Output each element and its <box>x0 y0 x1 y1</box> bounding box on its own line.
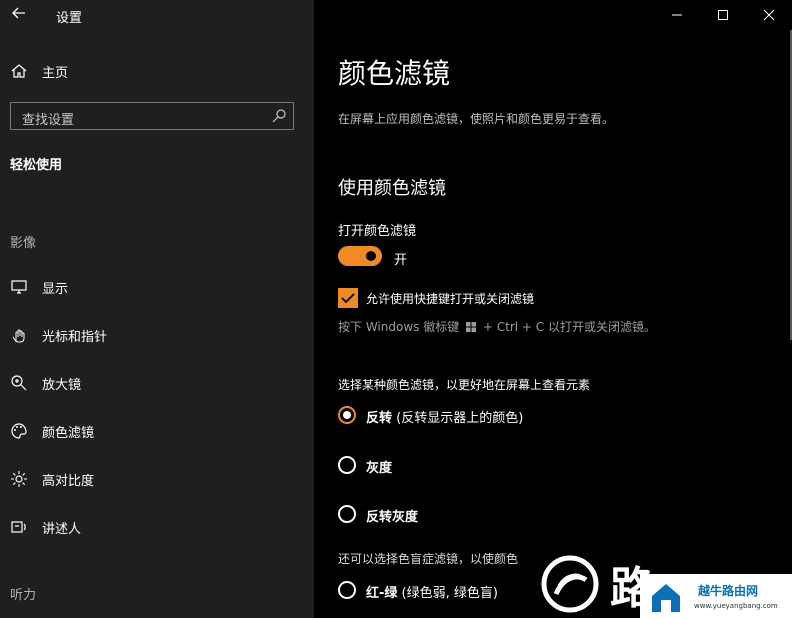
watermark-badge-url: www.yueyangbang.com <box>694 602 778 610</box>
back-button[interactable] <box>8 5 30 25</box>
shortcut-hint: 按下 Windows 徽标键 + Ctrl + C 以打开或关闭滤镜。 <box>338 318 656 335</box>
radio-button[interactable] <box>338 505 356 523</box>
sidebar-item-color-filters[interactable]: 颜色滤镜 <box>10 420 300 444</box>
shortcut-checkbox[interactable] <box>338 288 358 308</box>
maximize-button[interactable] <box>700 0 746 30</box>
settings-sidebar: 设置 主页 查找设置 轻松使用 影像 显示 光标和指针 放大镜 颜色滤镜 高对比… <box>0 0 314 618</box>
filter-option-invert[interactable]: 反转 (反转显示器上的颜色) <box>338 406 758 428</box>
toggle-state-label: 开 <box>394 253 408 268</box>
filter-option-grayscale[interactable]: 灰度 <box>338 456 758 478</box>
minimize-button[interactable] <box>654 0 700 30</box>
palette-icon <box>11 423 27 439</box>
sidebar-item-display[interactable]: 显示 <box>10 276 300 300</box>
sidebar-item-label: 放大镜 <box>42 378 82 393</box>
sidebar-item-narrator[interactable]: 讲述人 <box>10 516 300 540</box>
filter-option-inverted-grayscale[interactable]: 反转灰度 <box>338 505 758 527</box>
toggle-knob <box>366 251 376 261</box>
titlebar-left: 设置 <box>0 0 314 30</box>
app-title: 设置 <box>56 11 83 26</box>
sidebar-item-label: 高对比度 <box>42 474 95 489</box>
radio-button[interactable] <box>338 581 356 599</box>
page-description: 在屏幕上应用颜色滤镜，使照片和颜色更易于查看。 <box>338 112 615 126</box>
close-icon <box>763 9 775 21</box>
sidebar-item-high-contrast[interactable]: 高对比度 <box>10 468 300 492</box>
group-label-hearing: 听力 <box>10 588 37 603</box>
colorblind-hint: 还可以选择色盲症滤镜，以使颜色 <box>338 552 519 566</box>
pointer-icon <box>12 329 25 343</box>
sidebar-item-magnifier[interactable]: 放大镜 <box>10 372 300 396</box>
radio-button[interactable] <box>338 406 356 424</box>
close-button[interactable] <box>746 0 792 30</box>
watermark: 路 越牛路由网 www.yueyangbang.com <box>538 550 792 618</box>
watermark-logo-icon <box>541 555 599 613</box>
sidebar-item-pointer[interactable]: 光标和指针 <box>10 324 300 348</box>
search-icon[interactable] <box>271 108 287 124</box>
sidebar-item-label: 讲述人 <box>42 522 82 537</box>
hint-suffix: + Ctrl + C 以打开或关闭滤镜。 <box>482 320 656 334</box>
search-placeholder: 查找设置 <box>22 113 75 128</box>
radio-label: 红-绿 (绿色弱, 绿色盲) <box>366 586 498 601</box>
house-icon <box>652 584 680 612</box>
sidebar-item-label: 显示 <box>42 282 69 297</box>
back-arrow-icon <box>12 7 25 19</box>
maximize-icon <box>718 10 728 20</box>
sidebar-item-label: 主页 <box>42 66 69 81</box>
toggle-label: 打开颜色滤镜 <box>338 224 417 239</box>
radio-label: 反转灰度 <box>366 510 419 525</box>
narrator-icon <box>11 521 26 533</box>
watermark-badge: 越牛路由网 www.yueyangbang.com <box>640 574 792 618</box>
monitor-icon <box>11 280 27 294</box>
windows-logo-icon <box>466 322 477 332</box>
main-content: 颜色滤镜 在屏幕上应用颜色滤镜，使照片和颜色更易于查看。 使用颜色滤镜 打开颜色… <box>314 0 792 618</box>
section-title: 轻松使用 <box>10 158 63 173</box>
minimize-icon <box>672 14 682 16</box>
contrast-icon <box>11 471 27 487</box>
radio-label: 反转 (反转显示器上的颜色) <box>366 411 524 426</box>
group-label-vision: 影像 <box>10 236 37 251</box>
radio-label: 灰度 <box>366 461 393 476</box>
checkmark-icon <box>341 293 355 304</box>
radio-button[interactable] <box>338 456 356 474</box>
color-filter-toggle[interactable] <box>338 246 382 266</box>
page-title: 颜色滤镜 <box>338 57 451 90</box>
checkbox-label: 允许使用快捷键打开或关闭滤镜 <box>366 292 535 306</box>
search-input[interactable]: 查找设置 <box>10 102 294 130</box>
filter-choose-label: 选择某种颜色滤镜，以更好地在屏幕上查看元素 <box>338 378 591 392</box>
sidebar-item-label: 颜色滤镜 <box>42 426 95 441</box>
hint-prefix: 按下 Windows 徽标键 <box>338 320 460 334</box>
window-controls <box>654 0 792 30</box>
sidebar-item-home[interactable]: 主页 <box>10 60 290 84</box>
magnifier-icon <box>11 375 27 391</box>
home-icon <box>11 64 27 78</box>
section-heading: 使用颜色滤镜 <box>338 178 446 199</box>
sidebar-item-label: 光标和指针 <box>42 330 108 345</box>
watermark-badge-title: 越牛路由网 <box>698 584 759 598</box>
